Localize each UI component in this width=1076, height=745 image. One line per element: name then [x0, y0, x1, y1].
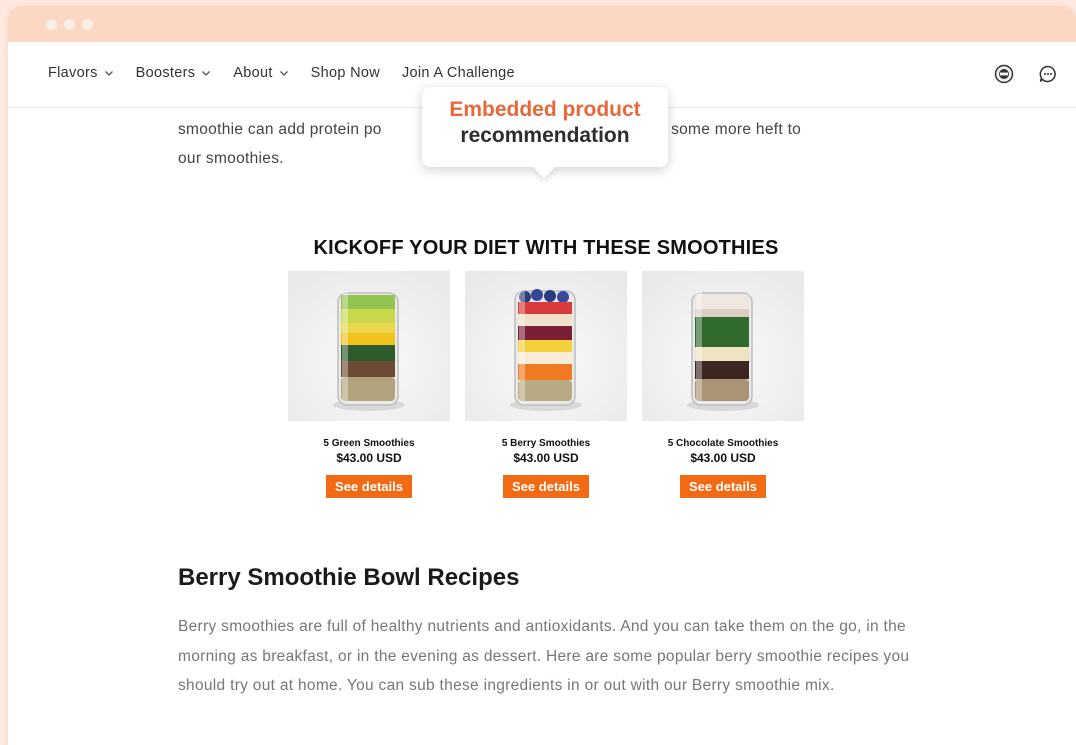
intro-text-line2: our smoothies. — [178, 150, 284, 167]
product-name: 5 Chocolate Smoothies — [667, 438, 779, 449]
product-card[interactable]: 5 Green Smoothies $43.00 USD See details — [288, 271, 450, 498]
window-titlebar — [8, 6, 1076, 42]
nav-item-join-challenge[interactable]: Join A Challenge — [402, 65, 515, 81]
window-maximize-dot[interactable] — [82, 19, 93, 30]
nav-item-label: Join A Challenge — [401, 65, 515, 81]
product-image-chocolate-smoothie[interactable] — [642, 271, 804, 421]
nav-icons — [972, 62, 1060, 86]
nav-menu: Flavors Boosters About Shop Now Join A C… — [48, 65, 537, 81]
article-title: Berry Smoothie Bowl Recipes — [178, 564, 520, 591]
window-close-dot[interactable] — [46, 19, 57, 30]
page-content: smoothie can add protein po add some more… — [8, 87, 1076, 745]
product-carousel: 5 Green Smoothies $43.00 USD See details — [288, 271, 819, 498]
see-details-button[interactable]: See details — [503, 475, 589, 498]
product-card[interactable]: 5 Chocolate Smoothies $43.00 USD See det… — [642, 271, 804, 498]
nav-item-shop-now[interactable]: Shop Now — [311, 65, 380, 81]
nav-item-label: Flavors — [48, 65, 98, 81]
article-body: Berry smoothies are full of healthy nutr… — [178, 618, 910, 694]
product-name: 5 Berry Smoothies — [501, 438, 591, 449]
callout-title: Embedded product — [449, 98, 641, 121]
callout-subtitle: recommendation — [460, 124, 630, 147]
chevron-down-icon — [202, 71, 211, 76]
nav-item-label: About — [233, 65, 273, 81]
see-details-button[interactable]: See details — [326, 475, 412, 498]
product-card[interactable]: 5 Berry Smoothies $43.00 USD See details — [465, 271, 627, 498]
see-details-button[interactable]: See details — [680, 475, 766, 498]
product-price: $43.00 USD — [513, 451, 579, 465]
chevron-down-icon — [104, 71, 113, 76]
product-price: $43.00 USD — [336, 451, 402, 465]
product-name: 5 Green Smoothies — [323, 438, 415, 449]
nav-item-flavors[interactable]: Flavors — [48, 65, 114, 81]
badge-icon[interactable] — [992, 62, 1016, 86]
product-image-berry-smoothie[interactable] — [465, 271, 627, 421]
nav-item-about[interactable]: About — [233, 65, 288, 81]
intro-text-left: smoothie can add protein po — [178, 121, 382, 138]
nav-item-boosters[interactable]: Boosters — [136, 65, 212, 81]
browser-window: Flavors Boosters About Shop Now Join A C… — [8, 6, 1076, 745]
product-image-green-smoothie[interactable] — [288, 271, 450, 421]
nav-item-label: Boosters — [135, 65, 196, 81]
chevron-down-icon — [279, 71, 288, 76]
window-minimize-dot[interactable] — [64, 19, 75, 30]
nav-item-label: Shop Now — [310, 65, 380, 81]
product-price: $43.00 USD — [690, 451, 756, 465]
embedded-recommendation-callout: Embedded product recommendation — [422, 87, 668, 167]
chat-icon[interactable] — [1036, 62, 1060, 86]
product-section-heading: KICKOFF YOUR DIET WITH THESE SMOOTHIES — [313, 237, 779, 259]
